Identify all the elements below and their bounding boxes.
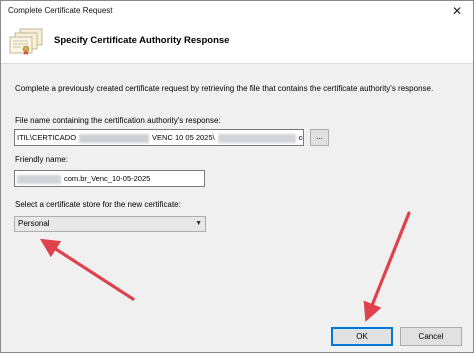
- redacted-segment: [217, 133, 296, 143]
- friendly-name-value: com.br_Venc_10-05-2025: [64, 174, 151, 183]
- ok-button[interactable]: OK: [331, 327, 393, 346]
- friendly-name-label: Friendly name:: [15, 155, 68, 164]
- page-title: Specify Certificate Authority Response: [54, 35, 230, 46]
- redacted-segment: [17, 174, 61, 184]
- certificate-store-label: Select a certificate store for the new c…: [15, 200, 181, 209]
- file-name-start: ITIL\CERTICADO: [17, 133, 77, 142]
- certificate-stack-icon: [9, 28, 43, 55]
- file-name-mid: VENC 10 05 2025\: [152, 133, 215, 142]
- file-name-end: cer: [298, 133, 303, 142]
- chevron-down-icon: ▼: [195, 220, 202, 227]
- file-name-input[interactable]: ITIL\CERTICADO VENC 10 05 2025\ cer: [14, 129, 304, 146]
- browse-button[interactable]: ...: [310, 129, 329, 146]
- file-name-label: File name containing the certification a…: [15, 116, 221, 125]
- wizard-header: Specify Certificate Authority Response: [1, 22, 473, 64]
- dialog-window: Complete Certificate Request ✕ Specify C…: [0, 0, 474, 353]
- certificate-store-value: Personal: [18, 219, 50, 228]
- title-bar: Complete Certificate Request ✕: [1, 1, 473, 22]
- close-button[interactable]: ✕: [445, 2, 469, 20]
- certificate-store-select[interactable]: Personal ▼: [14, 216, 206, 232]
- cancel-button[interactable]: Cancel: [400, 327, 462, 346]
- description-text: Complete a previously created certificat…: [15, 84, 434, 93]
- redacted-segment: [79, 133, 150, 143]
- window-title: Complete Certificate Request: [8, 6, 113, 15]
- friendly-name-input[interactable]: com.br_Venc_10-05-2025: [14, 170, 205, 187]
